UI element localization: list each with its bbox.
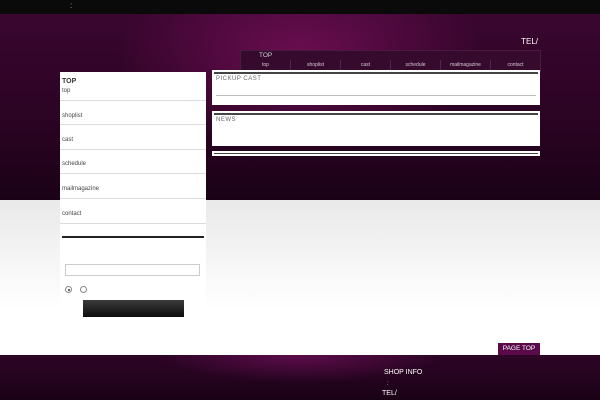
pickup-cast-title: PICKUP CAST — [216, 76, 262, 82]
sidebar-divider — [60, 149, 206, 150]
panel-top-bar — [214, 72, 538, 74]
search-section-rule — [62, 236, 204, 238]
sidebar-item-contact[interactable]: contact — [62, 211, 81, 217]
sidebar-item-mailmagazine[interactable]: mailmagazine — [62, 186, 99, 192]
header-tel: TEL/ — [521, 37, 538, 46]
sidebar-item-shoplist[interactable]: shoplist — [62, 113, 82, 119]
news-title: NEWS — [216, 117, 236, 123]
sidebar-divider — [60, 223, 206, 224]
footer-colon: : — [387, 381, 389, 387]
sidebar-item-schedule[interactable]: schedule — [62, 161, 86, 167]
search-input[interactable] — [65, 264, 200, 276]
top-nav-label: TOP — [259, 52, 273, 59]
sidebar-divider — [60, 100, 206, 101]
sidebar-item-top[interactable]: top — [62, 88, 70, 94]
top-bar-mark: : — [70, 1, 73, 10]
top-bar: : — [0, 0, 600, 14]
top-nav: TOP top shoplist cast schedule mailmagaz… — [240, 50, 541, 72]
sidebar-divider — [60, 198, 206, 199]
radio-option-1[interactable] — [65, 286, 72, 293]
panel-top-bar — [214, 113, 538, 115]
sidebar-title: TOP — [62, 78, 77, 85]
page-top-button[interactable]: PAGE TOP — [498, 343, 540, 355]
panel-top-bar — [214, 153, 538, 154]
search-button[interactable] — [83, 300, 184, 317]
footer-shop-info-title: SHOP INFO — [384, 369, 423, 376]
sidebar-item-cast[interactable]: cast — [62, 137, 73, 143]
pickup-cast-panel: PICKUP CAST — [212, 70, 540, 105]
footer-tel: TEL/ — [382, 390, 397, 397]
panel-divider — [216, 95, 536, 96]
radio-option-2[interactable] — [80, 286, 87, 293]
sidebar: TOP top shoplist cast schedule mailmagaz… — [60, 72, 206, 320]
sidebar-divider — [60, 124, 206, 125]
sidebar-divider — [60, 173, 206, 174]
footer: SHOP INFO : TEL/ — [0, 355, 600, 400]
empty-panel — [212, 151, 540, 156]
news-panel: NEWS — [212, 111, 540, 146]
